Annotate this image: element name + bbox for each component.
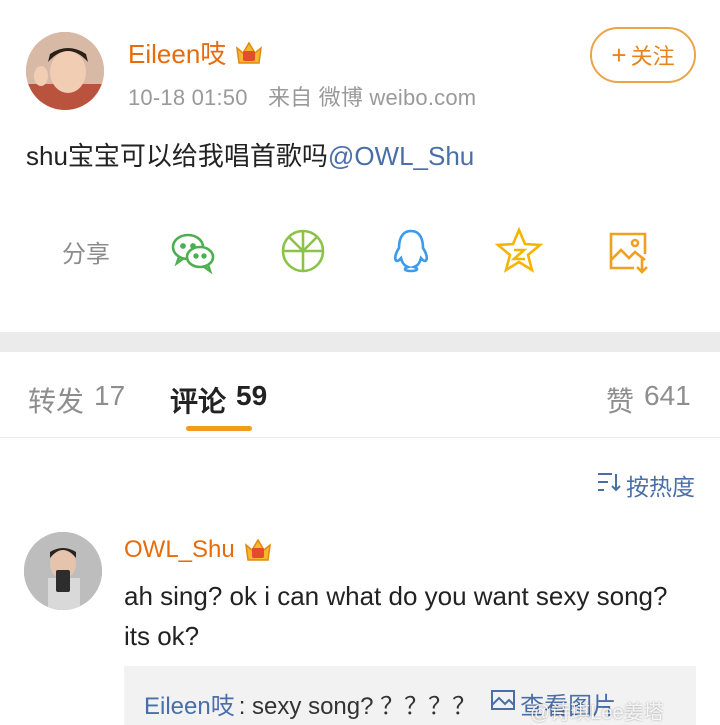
tab-repost-count: 17 bbox=[94, 380, 126, 411]
qq-icon[interactable] bbox=[386, 226, 436, 276]
post-text: shu宝宝可以给我唱首歌吗@OWL_Shu bbox=[26, 136, 474, 173]
post-card: Eileen吱 10-18 01:50 来自 微博 weibo.com + 关注… bbox=[0, 0, 720, 332]
tab-likes[interactable]: 赞 641 bbox=[606, 380, 691, 420]
sort-icon bbox=[596, 470, 622, 500]
tab-comments-count: 59 bbox=[236, 380, 268, 411]
post-source: 来自 微博 weibo.com bbox=[267, 85, 477, 110]
post-author[interactable]: Eileen吱 bbox=[128, 34, 264, 71]
share-row: 分享 bbox=[0, 222, 720, 278]
section-divider bbox=[0, 332, 720, 352]
post-time: 10-18 01:50 bbox=[128, 85, 248, 110]
comment-text: ah sing? ok i can what do you want sexy … bbox=[124, 581, 668, 651]
reply-text: : sexy song? ？？？？ bbox=[238, 693, 477, 720]
comment-author-name[interactable]: OWL_Shu bbox=[124, 536, 235, 564]
post-author-name[interactable]: Eileen吱 bbox=[128, 34, 226, 71]
tab-comments-label: 评论 bbox=[170, 386, 227, 417]
post-meta: 10-18 01:50 来自 微博 weibo.com bbox=[128, 80, 476, 112]
follow-button[interactable]: + 关注 bbox=[590, 27, 696, 83]
share-label: 分享 bbox=[62, 241, 110, 268]
wechat-icon[interactable] bbox=[168, 226, 218, 276]
comment-author[interactable]: OWL_Shu bbox=[124, 536, 273, 564]
author-avatar[interactable] bbox=[26, 32, 104, 110]
image-icon bbox=[490, 689, 516, 718]
commenter-avatar[interactable] bbox=[24, 532, 102, 610]
mention-link[interactable]: @OWL_Shu bbox=[328, 141, 474, 171]
follow-label: 关注 bbox=[630, 44, 675, 69]
watermark: @诗琪Lee姜塔 bbox=[530, 702, 664, 724]
tab-likes-count: 641 bbox=[644, 380, 691, 411]
vip-crown-icon bbox=[234, 39, 264, 67]
vip-crown-icon bbox=[243, 536, 273, 564]
moments-icon[interactable] bbox=[278, 226, 328, 276]
tab-repost[interactable]: 转发 17 bbox=[28, 380, 125, 420]
post-text-body: shu宝宝可以给我唱首歌吗 bbox=[26, 141, 328, 171]
tab-likes-label: 赞 bbox=[606, 386, 635, 417]
qzone-icon[interactable] bbox=[494, 226, 544, 276]
tab-repost-label: 转发 bbox=[28, 386, 85, 417]
active-tab-indicator bbox=[186, 426, 252, 431]
plus-icon: + bbox=[611, 39, 627, 70]
sort-label: 按热度 bbox=[626, 474, 695, 500]
tab-comments[interactable]: 评论 59 bbox=[170, 380, 267, 420]
tab-bar: 转发 17 评论 59 赞 641 bbox=[0, 352, 720, 438]
save-image-icon[interactable] bbox=[604, 226, 654, 276]
reply-author[interactable]: Eileen吱 bbox=[144, 686, 235, 721]
sort-button[interactable]: 按热度 bbox=[596, 468, 695, 502]
